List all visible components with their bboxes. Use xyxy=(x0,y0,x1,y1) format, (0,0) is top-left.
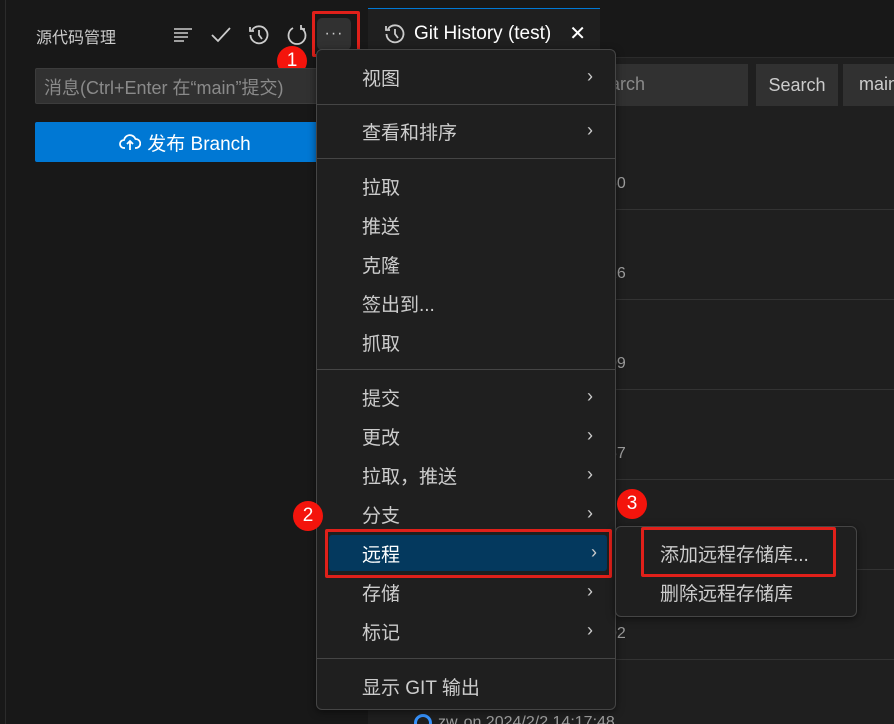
menu-separator xyxy=(317,158,615,159)
menu-item-label: 更改 xyxy=(362,427,401,449)
menu-separator xyxy=(317,104,615,105)
menu-item-label: 标记 xyxy=(362,622,401,644)
menu-item-label: 抓取 xyxy=(362,333,401,355)
menu-item-push[interactable]: 推送 xyxy=(317,207,615,243)
tab-label: Git History (test) xyxy=(414,22,552,44)
step-badge-2: 2 xyxy=(293,501,323,531)
commit-meta: zw on 2024/2/2 14:17:48 xyxy=(414,714,615,724)
more-actions-menu: 视图 › 查看和排序 › 拉取 推送 克隆 签出到... 抓取 提交 › 更改 › 拉取… xyxy=(316,49,616,710)
commit-button[interactable] xyxy=(202,20,240,50)
menu-item-stash[interactable]: 存储 › xyxy=(317,574,615,610)
refresh-button[interactable] xyxy=(278,20,316,50)
avatar xyxy=(414,714,432,724)
menu-item-commit[interactable]: 提交 › xyxy=(317,379,615,415)
menu-item-label: 拉取，推送 xyxy=(362,466,458,488)
refresh-icon xyxy=(287,25,307,45)
highlight-box-3 xyxy=(641,527,836,577)
search-button[interactable]: Search xyxy=(756,64,838,106)
check-icon xyxy=(211,27,231,43)
menu-item-label: 显示 GIT 输出 xyxy=(362,677,480,699)
menu-item-branch[interactable]: 分支 › xyxy=(317,496,615,532)
history-icon xyxy=(249,25,269,45)
branch-selector[interactable]: main xyxy=(843,64,894,106)
menu-item-tags[interactable]: 标记 › xyxy=(317,613,615,649)
close-icon[interactable]: ✕ xyxy=(569,21,586,46)
menu-item-changes[interactable]: 更改 › xyxy=(317,418,615,454)
menu-item-label: 签出到... xyxy=(362,294,435,316)
menu-item-show-git-output[interactable]: 显示 GIT 输出 xyxy=(317,668,615,704)
commit-author: zw xyxy=(438,714,458,724)
step-badge-3: 3 xyxy=(617,489,647,519)
chevron-right-icon: › xyxy=(587,425,593,445)
chevron-right-icon: › xyxy=(587,386,593,406)
commit-message-input[interactable]: 消息(Ctrl+Enter 在“main”提交) xyxy=(35,68,335,104)
highlight-box-2 xyxy=(325,529,612,578)
chevron-right-icon: › xyxy=(587,66,593,86)
chevron-right-icon: › xyxy=(587,120,593,140)
menu-item-pull-push[interactable]: 拉取，推送 › xyxy=(317,457,615,493)
menu-item-fetch[interactable]: 抓取 xyxy=(317,324,615,360)
menu-item-label: 提交 xyxy=(362,388,401,410)
publish-branch-label: 发布 Branch xyxy=(147,133,251,155)
chevron-right-icon: › xyxy=(587,464,593,484)
menu-separator xyxy=(317,658,615,659)
sidebar-title: 源代码管理 xyxy=(36,30,117,47)
menu-item-view[interactable]: 视图 › xyxy=(317,59,615,95)
menu-item-checkout[interactable]: 签出到... xyxy=(317,285,615,321)
editor-top-strip xyxy=(368,0,894,8)
view-as-list-button[interactable] xyxy=(164,20,202,50)
menu-separator xyxy=(317,369,615,370)
menu-item-label: 拉取 xyxy=(362,177,401,199)
source-control-sidebar: 源代码管理 ··· 1 消息(Ctrl+Enter 在“main”提交) 发布 … xyxy=(0,0,368,724)
sidebar-edge xyxy=(5,0,6,724)
menu-item-label: 克隆 xyxy=(362,255,401,277)
chevron-right-icon: › xyxy=(587,620,593,640)
menu-item-label: 视图 xyxy=(362,68,401,90)
menu-item-label: 推送 xyxy=(362,216,401,238)
cloud-upload-icon xyxy=(119,134,142,150)
history-icon xyxy=(385,23,405,43)
menu-item-pull[interactable]: 拉取 xyxy=(317,168,615,204)
menu-item-sort[interactable]: 查看和排序 › xyxy=(317,113,615,149)
submenu-item-label: 删除远程存储库 xyxy=(660,583,794,605)
commit-date: on 2024/2/2 14:17:48 xyxy=(463,714,615,724)
chevron-right-icon: › xyxy=(587,503,593,523)
chevron-right-icon: › xyxy=(587,581,593,601)
submenu-item-remove-remote[interactable]: 删除远程存储库 xyxy=(616,574,856,610)
publish-branch-button[interactable]: 发布 Branch xyxy=(35,122,335,162)
history-button[interactable] xyxy=(240,20,278,50)
menu-item-label: 分支 xyxy=(362,505,401,527)
menu-item-label: 存储 xyxy=(362,583,401,605)
menu-item-clone[interactable]: 克隆 xyxy=(317,246,615,282)
list-icon xyxy=(174,28,192,42)
menu-item-label: 查看和排序 xyxy=(362,122,458,144)
